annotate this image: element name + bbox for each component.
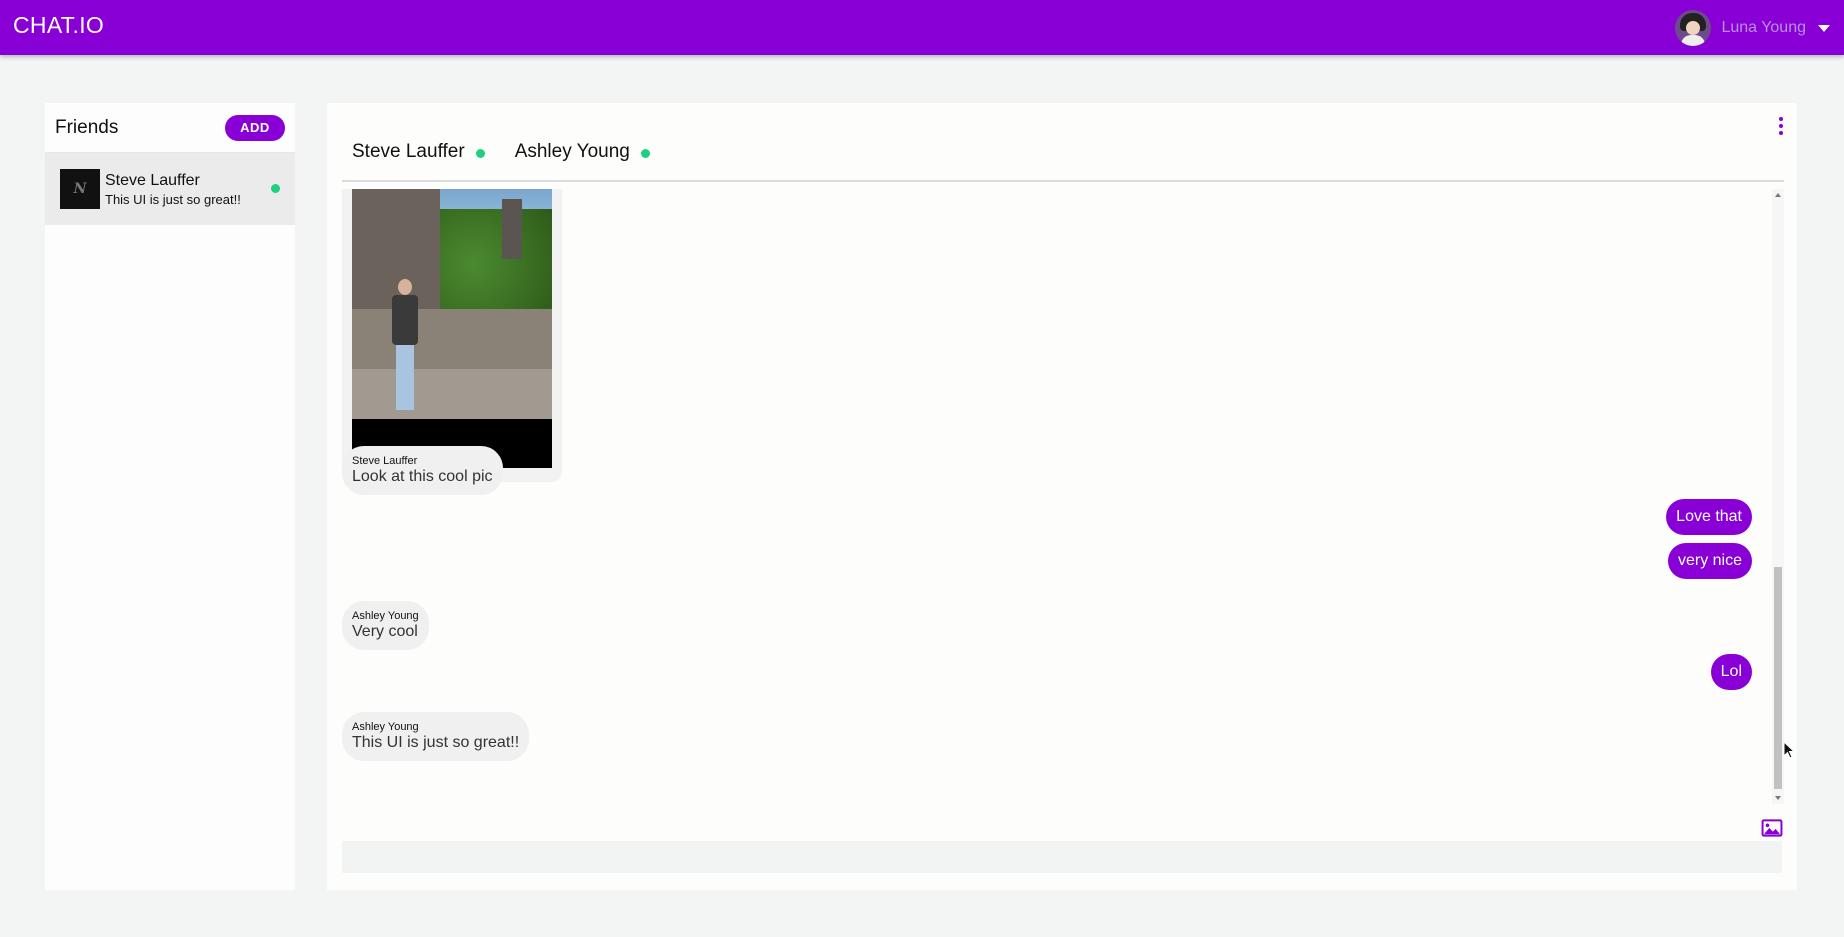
shared-photo[interactable] — [352, 189, 552, 468]
user-name: Luna Young — [1721, 19, 1806, 36]
scroll-up-icon[interactable] — [1775, 193, 1781, 197]
caret-down-icon[interactable] — [1818, 24, 1830, 32]
friend-list-item[interactable]: N Steve Lauffer This UI is just so great… — [45, 153, 295, 225]
tab-label: Steve Lauffer — [352, 141, 465, 162]
outgoing-message: Love that — [1666, 499, 1752, 535]
scroll-down-icon[interactable] — [1775, 796, 1781, 800]
user-menu[interactable]: Luna Young — [1675, 10, 1830, 46]
message-text: This UI is just so great!! — [352, 734, 520, 751]
image-icon[interactable] — [1761, 819, 1783, 837]
add-friend-button[interactable]: ADD — [225, 114, 285, 141]
chat-panel: Steve Lauffer Ashley Young Steve Lauffer… — [327, 103, 1797, 890]
friend-avatar: N — [60, 169, 100, 209]
image-message[interactable] — [342, 189, 562, 482]
tab-label: Ashley Young — [514, 141, 630, 162]
incoming-message: Steve Lauffer Look at this cool pic — [342, 446, 503, 495]
scrollbar-thumb[interactable] — [1774, 567, 1782, 789]
top-app-bar: CHAT.IO Luna Young — [0, 0, 1844, 55]
message-scrollbar[interactable] — [1772, 189, 1784, 804]
incoming-message: Ashley Young Very cool — [342, 601, 429, 650]
more-vert-icon[interactable] — [1779, 117, 1783, 135]
message-list: Steve Lauffer Look at this cool pic Love… — [342, 189, 1752, 804]
user-avatar — [1675, 10, 1712, 46]
online-status-icon — [640, 149, 650, 158]
friends-header: Friends ADD — [45, 103, 295, 153]
message-sender: Ashley Young — [352, 721, 419, 733]
message-text: Look at this cool pic — [352, 468, 493, 485]
mouse-pointer-icon — [1783, 741, 1795, 759]
friends-panel: Friends ADD N Steve Lauffer This UI is j… — [45, 103, 295, 890]
message-text: Very cool — [352, 623, 418, 640]
message-sender: Ashley Young — [352, 610, 419, 622]
conversation-tabs: Steve Lauffer Ashley Young — [342, 137, 1784, 182]
outgoing-message: Lol — [1710, 654, 1752, 690]
friend-name: Steve Lauffer — [105, 171, 200, 189]
friends-title: Friends — [55, 116, 119, 138]
tab-steve-lauffer[interactable]: Steve Lauffer — [352, 137, 485, 180]
tab-ashley-young[interactable]: Ashley Young — [515, 137, 650, 180]
message-input[interactable] — [342, 841, 1782, 873]
outgoing-message: very nice — [1667, 543, 1752, 579]
online-status-icon — [271, 184, 280, 193]
incoming-message: Ashley Young This UI is just so great!! — [342, 712, 530, 761]
friend-last-message: This UI is just so great!! — [105, 191, 241, 207]
app-brand[interactable]: CHAT.IO — [13, 12, 104, 39]
online-status-icon — [475, 149, 485, 158]
message-sender: Steve Lauffer — [352, 455, 418, 467]
